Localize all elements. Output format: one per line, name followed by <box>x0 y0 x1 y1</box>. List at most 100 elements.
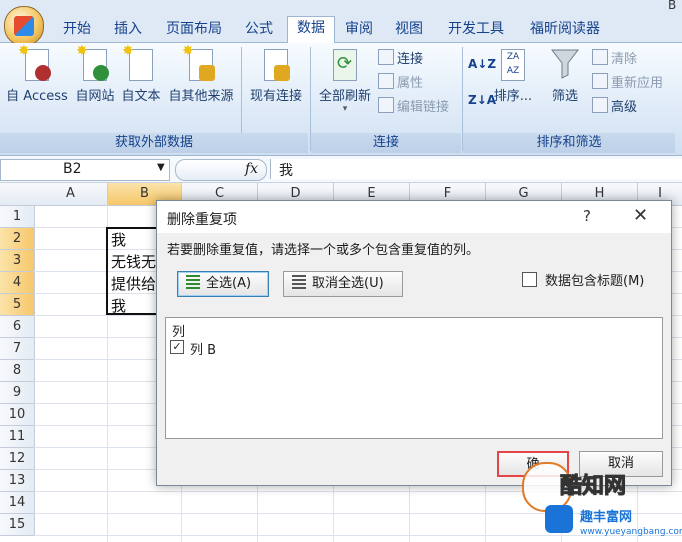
reapply-icon <box>592 73 608 89</box>
tab-page-layout[interactable]: 页面布局 <box>156 18 232 42</box>
row-header[interactable]: 8 <box>0 360 35 382</box>
access-icon: ✸ <box>18 43 53 81</box>
tab-view[interactable]: 视图 <box>386 18 432 42</box>
tab-formulas[interactable]: 公式 <box>236 18 282 42</box>
properties-button[interactable]: 属性 <box>378 73 423 93</box>
from-other-sources-label: 自其他来源 <box>168 89 234 104</box>
group-label-connections: 连接 <box>311 133 461 153</box>
group-label-external-data: 获取外部数据 <box>0 133 308 153</box>
from-web-button[interactable]: ✸ 自网站 <box>72 43 118 104</box>
edit-links-button[interactable]: 编辑链接 <box>378 97 449 117</box>
row-header[interactable]: 3 <box>0 250 35 272</box>
select-all-button[interactable]: 全选(A) <box>177 271 269 297</box>
office-logo-icon <box>14 16 34 36</box>
link-icon <box>378 97 394 113</box>
cell-b4[interactable]: 提供给 <box>111 273 156 294</box>
watermark-badge-icon <box>545 505 573 533</box>
properties-label: 属性 <box>397 76 424 91</box>
dialog-title: 删除重复项 <box>167 212 237 228</box>
clear-filter-label: 清除 <box>611 52 638 67</box>
column-b-label: 列 B <box>190 343 217 358</box>
help-icon[interactable]: ? <box>583 207 591 225</box>
refresh-all-button[interactable]: ⟳ 全部刷新 ▾ <box>314 47 376 114</box>
insert-function-icon[interactable]: fx <box>245 161 258 177</box>
text-file-icon: ✸ <box>122 43 157 81</box>
edit-links-label: 编辑链接 <box>397 100 450 115</box>
row-header[interactable]: 2 <box>0 228 35 250</box>
refresh-all-label: 全部刷新 <box>318 89 371 104</box>
from-access-button[interactable]: ✸ 自 Access <box>4 43 70 104</box>
dialog-instruction: 若要删除重复值，请选择一个或多个包含重复值的列。 <box>167 243 480 258</box>
column-b-checkbox[interactable]: ✓ <box>170 340 184 354</box>
ribbon-tab-bar: 开始 插入 页面布局 公式 数据 审阅 视图 开发工具 福昕阅读器 <box>0 6 682 46</box>
filter-label: 筛选 <box>551 89 578 104</box>
column-list-header: 列 <box>172 325 186 340</box>
ribbon-data: ✸ 自 Access ✸ 自网站 ✸ 自文本 ✸ 自其他来源 现有连接 获取外部… <box>0 43 682 156</box>
from-other-sources-button[interactable]: ✸ 自其他来源 <box>164 43 238 104</box>
chevron-down-icon[interactable]: ▼ <box>157 162 165 173</box>
tab-data[interactable]: 数据 <box>287 16 335 44</box>
unselect-all-button[interactable]: 取消全选(U) <box>283 271 403 297</box>
formula-content: 我 <box>279 163 293 179</box>
row-header[interactable]: 5 <box>0 294 35 316</box>
reapply-label: 重新应用 <box>611 76 664 91</box>
connections-button[interactable]: 连接 <box>378 49 423 69</box>
formula-input[interactable]: 我 <box>270 159 682 179</box>
sort-button[interactable]: ZA AZ 排序... <box>492 47 534 104</box>
tab-review[interactable]: 审阅 <box>336 18 382 42</box>
tab-insert[interactable]: 插入 <box>104 18 152 42</box>
select-all-label: 全选(A) <box>206 276 252 291</box>
chevron-down-icon: ▾ <box>342 104 348 114</box>
cell-b2[interactable]: 我 <box>111 229 126 250</box>
advanced-filter-button[interactable]: 高级 <box>592 97 637 117</box>
header-checkbox[interactable] <box>522 272 537 287</box>
cell-b5[interactable]: 我 <box>111 295 126 316</box>
unselect-all-label: 取消全选(U) <box>312 276 384 291</box>
tab-home[interactable]: 开始 <box>52 18 102 42</box>
watermark-subtitle: 趣丰富网 <box>580 510 633 525</box>
cell-b3[interactable]: 无钱无 <box>111 251 156 272</box>
from-text-button[interactable]: ✸ 自文本 <box>118 43 164 104</box>
existing-connections-button[interactable]: 现有连接 <box>244 47 308 104</box>
name-box-value: B2 <box>63 161 82 177</box>
row-header[interactable]: 12 <box>0 448 35 470</box>
title-bar: B <box>0 0 682 12</box>
select-all-corner[interactable] <box>0 183 35 206</box>
connections-icon <box>378 49 394 65</box>
tab-developer[interactable]: 开发工具 <box>438 18 514 42</box>
watermark-url: www.yueyangbang.com <box>580 527 682 537</box>
office-button[interactable] <box>4 6 44 46</box>
row-header[interactable]: 14 <box>0 492 35 514</box>
reapply-button[interactable]: 重新应用 <box>592 73 663 93</box>
row-header[interactable]: 9 <box>0 382 35 404</box>
filter-button[interactable]: 筛选 <box>544 47 586 104</box>
close-icon[interactable]: ✕ <box>633 205 648 226</box>
web-icon: ✸ <box>76 43 111 81</box>
other-sources-icon: ✸ <box>182 43 217 81</box>
row-header[interactable]: 7 <box>0 338 35 360</box>
window-title: B <box>668 0 677 12</box>
row-header[interactable]: 1 <box>0 206 35 228</box>
row-header[interactable]: 13 <box>0 470 35 492</box>
clear-filter-button[interactable]: 清除 <box>592 49 637 69</box>
row-header[interactable]: 11 <box>0 426 35 448</box>
tab-foxit-reader[interactable]: 福昕阅读器 <box>520 18 610 42</box>
column-header-a[interactable]: A <box>34 183 108 206</box>
dialog-body: 若要删除重复值，请选择一个或多个包含重复值的列。 全选(A) 取消全选(U) 数… <box>157 233 671 485</box>
filter-funnel-icon <box>549 47 581 81</box>
existing-connections-label: 现有连接 <box>249 89 302 104</box>
existing-connections-icon <box>260 47 292 81</box>
row-header[interactable]: 4 <box>0 272 35 294</box>
from-access-label: 自 Access <box>6 89 68 104</box>
row-header[interactable]: 10 <box>0 404 35 426</box>
refresh-icon: ⟳ <box>329 47 361 81</box>
name-box[interactable]: B2 ▼ <box>0 159 170 181</box>
row-header[interactable]: 6 <box>0 316 35 338</box>
column-list[interactable]: 列 ✓ 列 B <box>165 317 663 439</box>
from-text-label: 自文本 <box>121 89 161 104</box>
row-header[interactable]: 15 <box>0 514 35 536</box>
sort-icon: ZA AZ <box>497 47 529 81</box>
advanced-filter-label: 高级 <box>611 100 638 115</box>
watermark-title: 酷知网 <box>559 474 627 500</box>
advanced-filter-icon <box>592 97 608 113</box>
